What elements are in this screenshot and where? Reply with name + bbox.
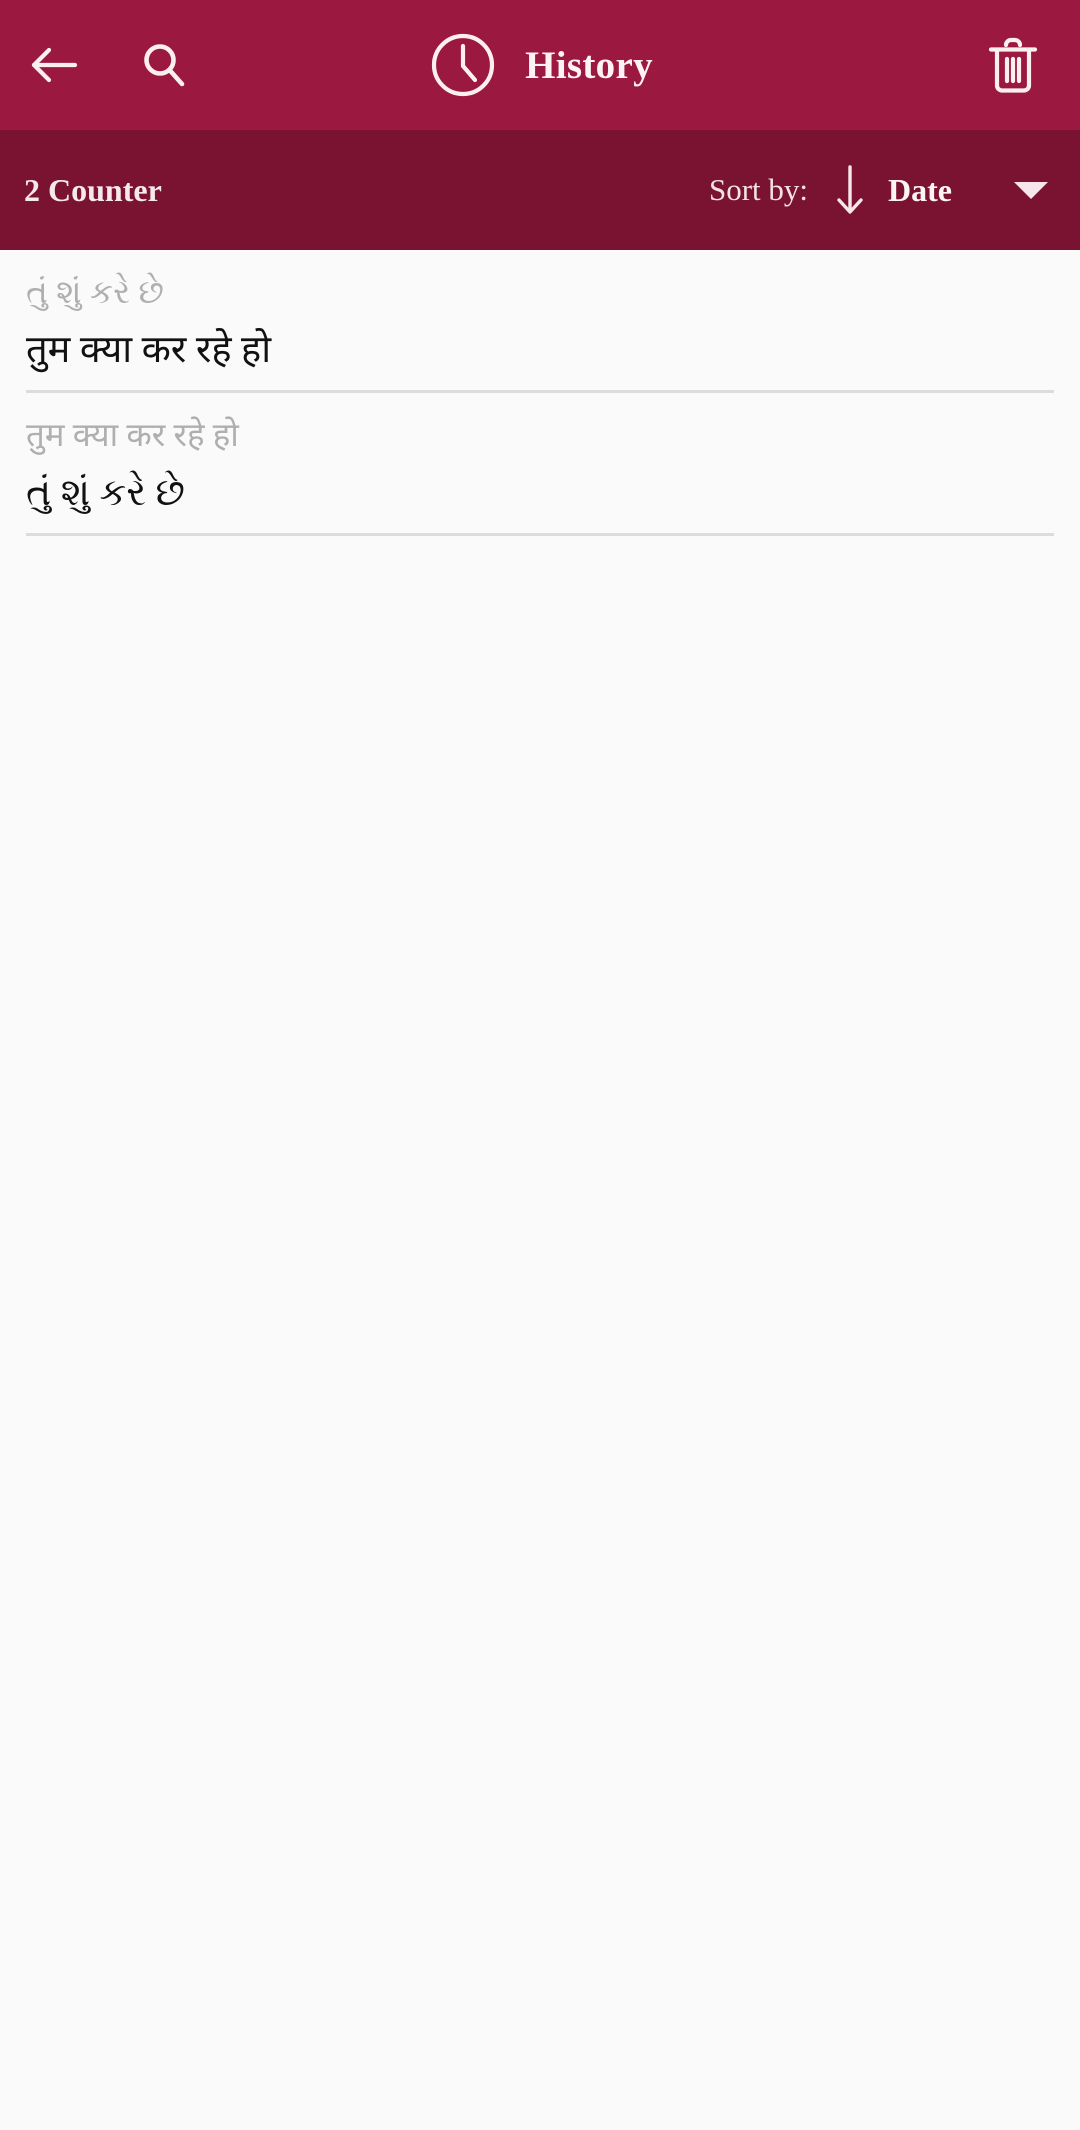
history-item-source-text: तुम क्या कर रहे हो bbox=[26, 418, 239, 455]
chevron-down-icon[interactable] bbox=[1014, 181, 1048, 199]
history-counter-label: 2 Counter bbox=[24, 171, 162, 208]
sort-direction-button[interactable] bbox=[834, 163, 866, 217]
app-bar-left-actions bbox=[0, 0, 212, 130]
sort-control[interactable]: Sort by: Date bbox=[709, 163, 1062, 217]
app-bar: History bbox=[0, 0, 1080, 130]
history-list-item[interactable]: तुम क्या कर रहे हो તું શું કરે છે bbox=[0, 393, 1080, 533]
delete-history-button[interactable] bbox=[958, 0, 1068, 130]
history-item-source-text: તું શું કરે છે bbox=[26, 275, 164, 311]
history-item-target-text: તું શું કરે છે bbox=[26, 472, 185, 515]
history-list-item[interactable]: તું શું કરે છે तुम क्या कर रहे हो bbox=[0, 250, 1080, 390]
search-button[interactable] bbox=[116, 0, 212, 130]
sort-bar: 2 Counter Sort by: Date bbox=[0, 130, 1080, 250]
page-title: History bbox=[525, 43, 653, 87]
back-arrow-icon bbox=[31, 47, 78, 83]
clock-icon bbox=[432, 33, 495, 97]
back-button[interactable] bbox=[6, 0, 102, 130]
search-icon bbox=[144, 44, 185, 87]
arrow-down-icon bbox=[837, 165, 863, 214]
sort-field-value[interactable]: Date bbox=[888, 172, 952, 209]
history-item-target-text: तुम क्या कर रहे हो bbox=[26, 328, 272, 371]
sort-by-label: Sort by: bbox=[708, 172, 809, 207]
trash-icon bbox=[988, 37, 1038, 93]
list-divider bbox=[26, 533, 1054, 537]
history-list: તું શું કરે છે तुम क्या कर रहे हो तुम क्… bbox=[0, 250, 1080, 537]
